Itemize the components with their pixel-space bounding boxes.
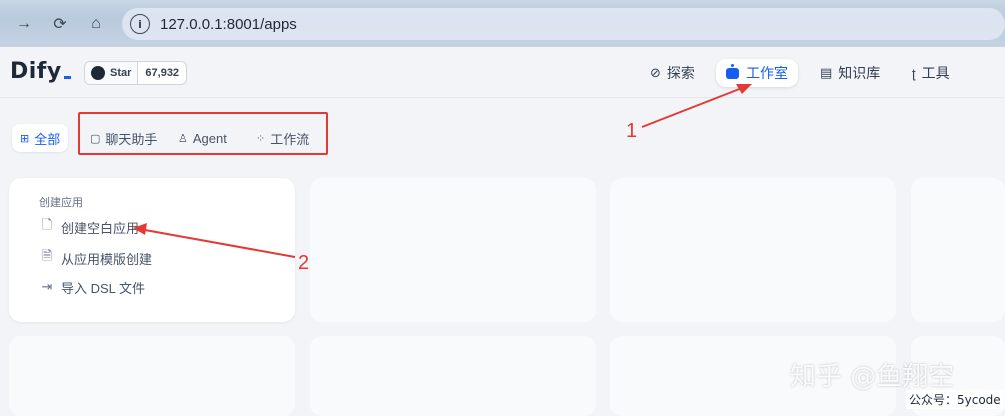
- watermark-subtext: 公众号：5ycode: [906, 390, 1004, 409]
- import-dsl-button[interactable]: ⇥ 导入 DSL 文件: [39, 276, 145, 298]
- create-from-template-button[interactable]: 🗎 从应用模版创建: [39, 247, 152, 269]
- annotation-number-1: 1: [626, 120, 638, 142]
- address-bar[interactable]: i 127.0.0.1:8001/apps: [122, 8, 1005, 40]
- site-info-icon[interactable]: i: [130, 14, 150, 34]
- github-star-badge[interactable]: Star 67,932: [84, 61, 188, 85]
- app-card-placeholder: [9, 336, 295, 416]
- github-star-label: Star: [110, 67, 132, 79]
- nav-tools[interactable]: ʈ 工具: [902, 59, 960, 87]
- watermark-text: 知乎 @鱼翔空: [790, 362, 955, 392]
- annotation-highlight-box: [78, 112, 328, 155]
- app-card-placeholder: [610, 178, 896, 322]
- create-app-title: 创建应用: [39, 197, 83, 209]
- nav-studio[interactable]: 工作室: [716, 59, 798, 87]
- browser-toolbar: → ⟳ ⌂ i 127.0.0.1:8001/apps: [0, 0, 1005, 47]
- file-template-icon: 🗎: [41, 248, 53, 263]
- nav-explore[interactable]: ⊘ 探索: [640, 59, 705, 87]
- create-app-card: 创建应用 🗋 创建空白应用 🗎 从应用模版创建 ⇥ 导入 DSL 文件: [9, 178, 295, 322]
- reload-icon[interactable]: ⟳: [48, 12, 72, 36]
- app-card-placeholder: [310, 178, 596, 322]
- app-card-placeholder: [911, 178, 1005, 322]
- github-star-count: 67,932: [145, 67, 180, 79]
- app-card-placeholder: [310, 336, 596, 416]
- forward-arrow-icon[interactable]: →: [12, 12, 36, 36]
- github-icon: [91, 66, 105, 80]
- compass-icon: ⊘: [650, 65, 661, 80]
- import-icon: ⇥: [41, 279, 53, 294]
- annotation-number-2: 2: [298, 252, 310, 274]
- home-icon[interactable]: ⌂: [84, 12, 108, 36]
- nav-knowledge[interactable]: ▤ 知识库: [810, 59, 890, 87]
- grid-icon: ⊞: [20, 132, 30, 145]
- book-icon: ▤: [820, 65, 833, 80]
- dify-logo[interactable]: Dify: [10, 59, 71, 84]
- file-plus-icon: 🗋: [41, 217, 53, 232]
- url-text[interactable]: 127.0.0.1:8001/apps: [160, 16, 297, 33]
- tool-icon: ʈ: [912, 65, 916, 81]
- robot-icon: [726, 63, 739, 79]
- create-blank-app-button[interactable]: 🗋 创建空白应用: [39, 216, 139, 238]
- tab-all[interactable]: ⊞ 全部: [12, 124, 69, 152]
